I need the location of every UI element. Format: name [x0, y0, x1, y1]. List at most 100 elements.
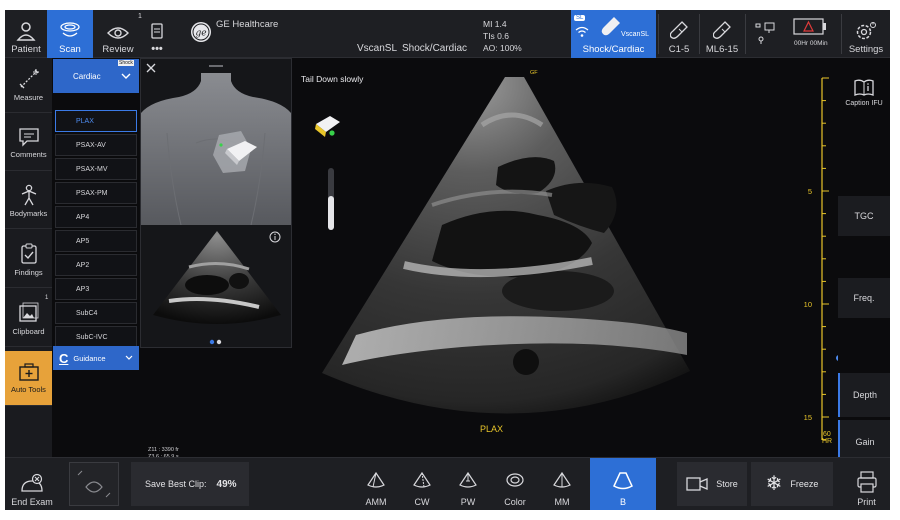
drag-handle[interactable]: [209, 65, 223, 67]
guidance-button[interactable]: C Guidance: [53, 346, 139, 370]
end-exam-icon: [21, 473, 43, 492]
view-item-label: AP4: [76, 213, 90, 221]
probe-active-label: Shock/Cardiac: [582, 44, 645, 55]
view-item-ap5[interactable]: AP5: [55, 230, 137, 252]
view-list-panel: Cardiac Shock PLAX PSAX-AV PSAX-MV PSAX-PM A…: [52, 58, 140, 384]
findings-label: Findings: [14, 268, 43, 277]
device-label: VscanSL: [357, 43, 398, 54]
tgc-button[interactable]: TGC: [838, 196, 890, 236]
patient-button[interactable]: Patient: [5, 10, 47, 58]
gain-label: Gain: [855, 437, 875, 447]
mode-cw-icon: [411, 469, 433, 497]
mode-b-button[interactable]: B: [590, 458, 656, 510]
save-best-clip-label: Save Best Clip:: [145, 479, 207, 489]
measure-button[interactable]: Measure: [5, 58, 52, 113]
snowflake-icon: ❄: [765, 473, 783, 495]
comments-button[interactable]: Comments: [5, 116, 52, 171]
torso-illustration: [141, 73, 291, 225]
ge-logo-icon: ge: [191, 22, 211, 42]
auto-tools-label: Auto Tools: [11, 385, 46, 394]
eye-icon: [107, 27, 129, 39]
save-best-clip-control[interactable]: Save Best Clip: 49%: [131, 462, 249, 506]
auto-tools-button[interactable]: Auto Tools: [5, 351, 52, 406]
depth-button[interactable]: Depth: [838, 373, 890, 417]
bottom-bar: End Exam Save Best Clip: 49% AMM CW PW Colo…: [5, 457, 890, 510]
store-label: Store: [716, 479, 738, 489]
view-item-subc-ivc[interactable]: SubC-IVC: [55, 326, 137, 348]
convex-probe-icon: [670, 21, 688, 39]
view-item-label: AP3: [76, 285, 90, 293]
mode-color-icon: [504, 469, 526, 497]
clipboard-badge: 1: [45, 295, 49, 301]
freq-button[interactable]: Freq.: [838, 278, 890, 318]
probe-badge: SL: [574, 15, 586, 21]
view-item-ap3[interactable]: AP3: [55, 278, 137, 300]
view-list-header-label: Cardiac: [73, 71, 101, 81]
scan-label: Scan: [59, 44, 81, 55]
depth-tick-label: 15: [804, 413, 812, 422]
probe-icon: [601, 17, 620, 36]
probe-ml6-15-button[interactable]: ML6-15: [700, 10, 744, 58]
more-button[interactable]: •••: [143, 10, 171, 58]
scan-button[interactable]: Scan: [47, 10, 93, 58]
store-button[interactable]: Store: [677, 462, 747, 506]
mode-mm-button[interactable]: MM: [540, 458, 584, 510]
more-label: •••: [151, 43, 163, 55]
gear-icon: [856, 22, 876, 40]
view-item-psax-mv[interactable]: PSAX-MV: [55, 158, 137, 180]
review-label: Review: [102, 44, 134, 55]
bodymark-icon: [21, 184, 36, 206]
top-bar: Patient Scan Review 1 ••• ge GE Healthca…: [5, 10, 890, 58]
view-item-ap4[interactable]: AP4: [55, 206, 137, 228]
mode-mm-icon: [551, 469, 573, 497]
mode-cw-button[interactable]: CW: [401, 458, 443, 510]
mode-pw-button[interactable]: PW: [447, 458, 489, 510]
chevron-down-icon: [121, 73, 131, 79]
probe-c1-5-button[interactable]: C1-5: [659, 10, 699, 58]
comments-label: Comments: [10, 150, 47, 159]
comment-icon: [18, 128, 39, 147]
findings-button[interactable]: Findings: [5, 233, 52, 288]
view-item-plax[interactable]: PLAX: [55, 110, 137, 132]
view-item-subc4[interactable]: SubC4: [55, 302, 137, 324]
depth-label: Depth: [852, 390, 878, 400]
bodymarks-button[interactable]: Bodymarks: [5, 174, 52, 229]
print-button[interactable]: Print: [843, 458, 890, 510]
guidance-label: Guidance: [73, 353, 106, 363]
mode-label: PW: [460, 497, 476, 507]
ultrasound-screen: Patient Scan Review 1 ••• ge GE Healthca…: [5, 10, 890, 510]
end-exam-label: End Exam: [11, 497, 53, 507]
printer-icon: [856, 471, 877, 493]
end-exam-button[interactable]: End Exam: [5, 458, 59, 510]
mode-amm-icon: [365, 469, 387, 497]
ao-readout: AO: 100%: [483, 43, 522, 53]
findings-icon: [20, 243, 37, 264]
mode-amm-button[interactable]: AMM: [355, 458, 397, 510]
view-item-label: AP2: [76, 261, 90, 269]
measure-label: Measure: [13, 93, 44, 102]
view-item-ap2[interactable]: AP2: [55, 254, 137, 276]
settings-button[interactable]: Settings: [842, 10, 890, 58]
preset-label: Shock/Cardiac: [402, 43, 468, 54]
thumbnail-button[interactable]: [69, 462, 119, 506]
tis-readout: TIs 0.6: [483, 31, 509, 41]
review-button[interactable]: Review: [93, 10, 143, 58]
chevron-down-icon: [125, 355, 133, 360]
freeze-label: Freeze: [790, 479, 819, 489]
clipboard-label: Clipboard: [12, 327, 45, 336]
caption-ifu-button[interactable]: Caption IFU: [838, 70, 890, 116]
freeze-button[interactable]: ❄ Freeze: [751, 462, 833, 506]
mode-label: CW: [414, 497, 430, 507]
view-item-label: AP5: [76, 237, 90, 245]
depth-tick-label: 10: [804, 300, 812, 309]
guidance-c-icon: C: [59, 350, 69, 366]
print-label: Print: [857, 497, 876, 507]
toolbox-icon: [18, 363, 39, 381]
patient-label: Patient: [11, 44, 41, 55]
view-item-psax-av[interactable]: PSAX-AV: [55, 134, 137, 156]
view-item-psax-pm[interactable]: PSAX-PM: [55, 182, 137, 204]
battery-warning-icon: [793, 18, 826, 35]
mode-color-button[interactable]: Color: [493, 458, 537, 510]
battery-time: 00Hr 00Min: [794, 40, 828, 47]
carousel-dots[interactable]: [207, 339, 227, 345]
